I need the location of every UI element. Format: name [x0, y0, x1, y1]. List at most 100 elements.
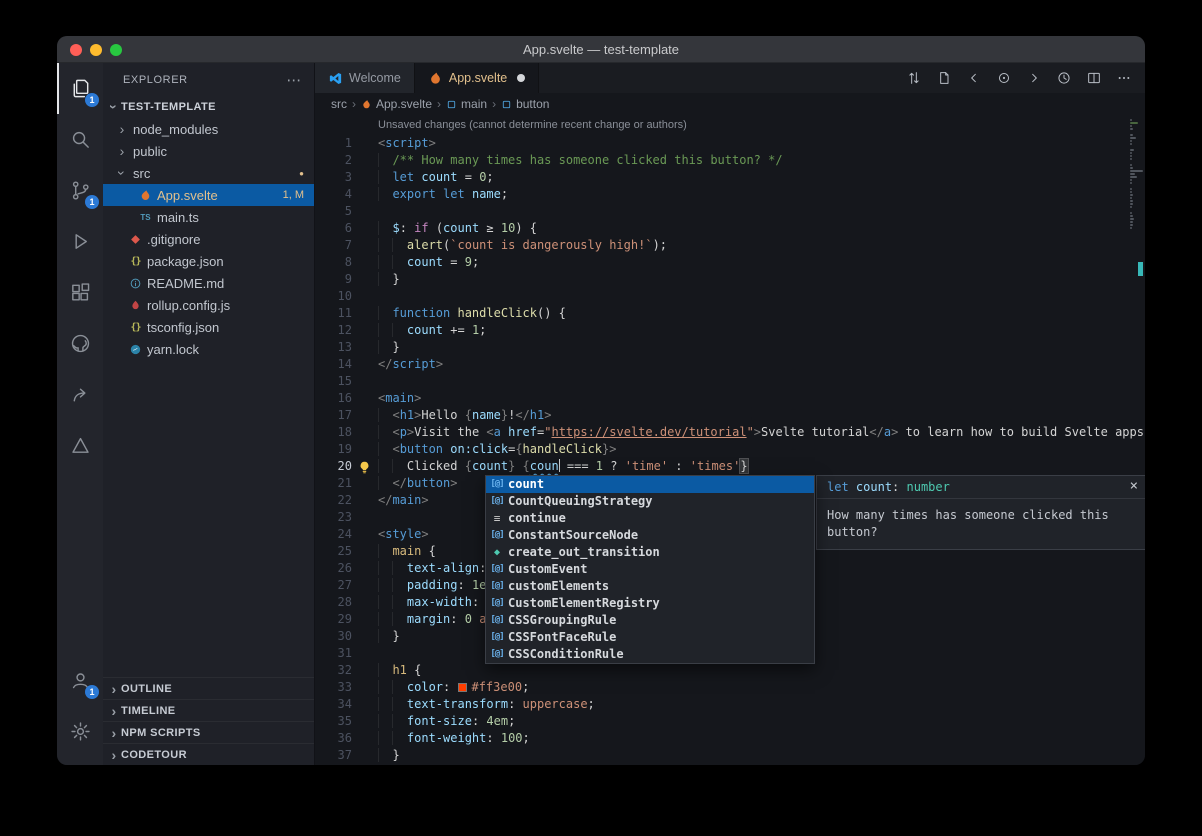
- activity-search[interactable]: [57, 114, 103, 165]
- token: h1: [392, 663, 406, 677]
- section-codetour[interactable]: ›CODETOUR: [103, 743, 314, 765]
- code-editor[interactable]: Unsaved changes (cannot determine recent…: [315, 115, 1145, 765]
- activity-settings[interactable]: [57, 706, 103, 757]
- navigate-back-icon[interactable]: [961, 65, 987, 91]
- breadcrumb-separator: ›: [352, 97, 356, 111]
- codelens-annotation[interactable]: Unsaved changes (cannot determine recent…: [315, 115, 1145, 135]
- file-tsconfig.json[interactable]: {}tsconfig.json: [103, 316, 314, 338]
- split-editor-icon[interactable]: [1081, 65, 1107, 91]
- token: +=: [443, 323, 472, 337]
- zoom-window-button[interactable]: [110, 44, 122, 56]
- code-line: 35 font-size: 4em;: [315, 713, 1145, 730]
- token: >: [450, 476, 457, 490]
- suggestion-CustomEvent[interactable]: [@]CustomEvent: [486, 561, 814, 578]
- code-line: 10: [315, 288, 1145, 305]
- breadcrumb-item-src[interactable]: src: [331, 97, 347, 111]
- token: count: [421, 170, 457, 184]
- more-actions-icon[interactable]: ⋯: [286, 71, 302, 89]
- suggestion-kind-icon: [@]: [486, 476, 508, 493]
- token: let: [443, 187, 465, 201]
- code-text: function handleClick() {: [378, 305, 566, 322]
- activity-extensions[interactable]: [57, 267, 103, 318]
- minimap-line: [1130, 203, 1133, 205]
- breadcrumb-item-main[interactable]: main: [446, 97, 487, 111]
- file-rollup.config.js[interactable]: rollup.config.js: [103, 294, 314, 316]
- modified-dot: ●: [299, 169, 304, 178]
- tab-welcome[interactable]: Welcome: [315, 63, 415, 93]
- suggestion-kind-icon: [@]: [486, 561, 508, 578]
- token: :: [457, 578, 471, 592]
- file-label: App.svelte: [157, 188, 218, 203]
- token: [378, 697, 392, 711]
- more-actions-icon[interactable]: [1111, 65, 1137, 91]
- minimap-line: [1130, 176, 1137, 178]
- git-status-badge: 1, M: [283, 189, 304, 201]
- token: :: [486, 731, 500, 745]
- suggestion-CSSFontFaceRule[interactable]: [@]CSSFontFaceRule: [486, 629, 814, 646]
- azure-icon: [69, 434, 92, 457]
- file-App.svelte[interactable]: App.svelte 1, M: [103, 184, 314, 206]
- navigate-forward-icon[interactable]: [1021, 65, 1047, 91]
- close-window-button[interactable]: [70, 44, 82, 56]
- overview-ruler-marker: [1138, 262, 1143, 276]
- record-icon[interactable]: [991, 65, 1017, 91]
- section-npm-scripts[interactable]: ›NPM SCRIPTS: [103, 721, 314, 743]
- folder-node_modules[interactable]: ›node_modules: [103, 118, 314, 140]
- token: main: [392, 544, 421, 558]
- line-number: 18: [315, 424, 378, 441]
- suggestion-create_out_transition[interactable]: ◆create_out_transition: [486, 544, 814, 561]
- token: a: [494, 425, 501, 439]
- suggestion-ConstantSourceNode[interactable]: [@]ConstantSourceNode: [486, 527, 814, 544]
- file-README.md[interactable]: README.md: [103, 272, 314, 294]
- section-outline[interactable]: ›OUTLINE: [103, 677, 314, 699]
- tab-app-svelte[interactable]: App.svelte: [415, 63, 539, 93]
- activity-account[interactable]: 1: [57, 655, 103, 706]
- token: text-transform: [407, 697, 508, 711]
- workspace-section-header[interactable]: › TEST-TEMPLATE: [103, 96, 314, 118]
- code-line: 36 font-weight: 100;: [315, 730, 1145, 747]
- file-main.ts[interactable]: TSmain.ts: [103, 206, 314, 228]
- breadcrumb-item-button[interactable]: button: [501, 97, 549, 111]
- color-swatch: [458, 683, 467, 692]
- activity-explorer[interactable]: 1: [57, 63, 103, 114]
- signature-token: :: [892, 480, 906, 494]
- minimize-window-button[interactable]: [90, 44, 102, 56]
- activity-source-control[interactable]: 1: [57, 165, 103, 216]
- activity-azure[interactable]: [57, 420, 103, 471]
- suggestion-label: customElements: [508, 578, 609, 595]
- activity-github[interactable]: [57, 318, 103, 369]
- file-.gitignore[interactable]: .gitignore: [103, 228, 314, 250]
- run-debug-icon: [69, 230, 92, 253]
- compare-changes-icon[interactable]: [901, 65, 927, 91]
- lightbulb-icon[interactable]: [357, 460, 372, 475]
- suggestion-CountQueuingStrategy[interactable]: [@]CountQueuingStrategy: [486, 493, 814, 510]
- folder-src[interactable]: ›src●: [103, 162, 314, 184]
- suggestion-CSSConditionRule[interactable]: [@]CSSConditionRule: [486, 646, 814, 663]
- git-file-icon: [128, 233, 143, 246]
- chevron-right-icon: ›: [107, 725, 121, 741]
- code-line: 18 <p>Visit the <a href="https://svelte.…: [315, 424, 1145, 441]
- chevron-down-icon: ›: [114, 166, 130, 180]
- line-number: 30: [315, 628, 378, 645]
- section-timeline[interactable]: ›TIMELINE: [103, 699, 314, 721]
- minimap[interactable]: [1129, 118, 1145, 229]
- minimap-line: [1130, 158, 1132, 160]
- file-yarn.lock[interactable]: yarn.lock: [103, 338, 314, 360]
- suggestion-continue[interactable]: ≡continue: [486, 510, 814, 527]
- activity-run-debug[interactable]: [57, 216, 103, 267]
- folder-public[interactable]: ›public: [103, 140, 314, 162]
- suggestion-CSSGroupingRule[interactable]: [@]CSSGroupingRule: [486, 612, 814, 629]
- chevron-right-icon: ›: [115, 143, 129, 159]
- suggestion-CustomElementRegistry[interactable]: [@]CustomElementRegistry: [486, 595, 814, 612]
- open-file-icon[interactable]: [931, 65, 957, 91]
- suggestion-kind-icon: [@]: [486, 629, 508, 646]
- history-icon[interactable]: [1051, 65, 1077, 91]
- suggestion-customElements[interactable]: [@]customElements: [486, 578, 814, 595]
- token: >: [414, 391, 421, 405]
- breadcrumb-item-app-svelte[interactable]: App.svelte: [361, 97, 432, 111]
- minimap-line: [1130, 215, 1133, 217]
- suggestion-count[interactable]: [@]count: [486, 476, 814, 493]
- close-icon[interactable]: ×: [1130, 478, 1138, 494]
- file-package.json[interactable]: {}package.json: [103, 250, 314, 272]
- activity-live-share[interactable]: [57, 369, 103, 420]
